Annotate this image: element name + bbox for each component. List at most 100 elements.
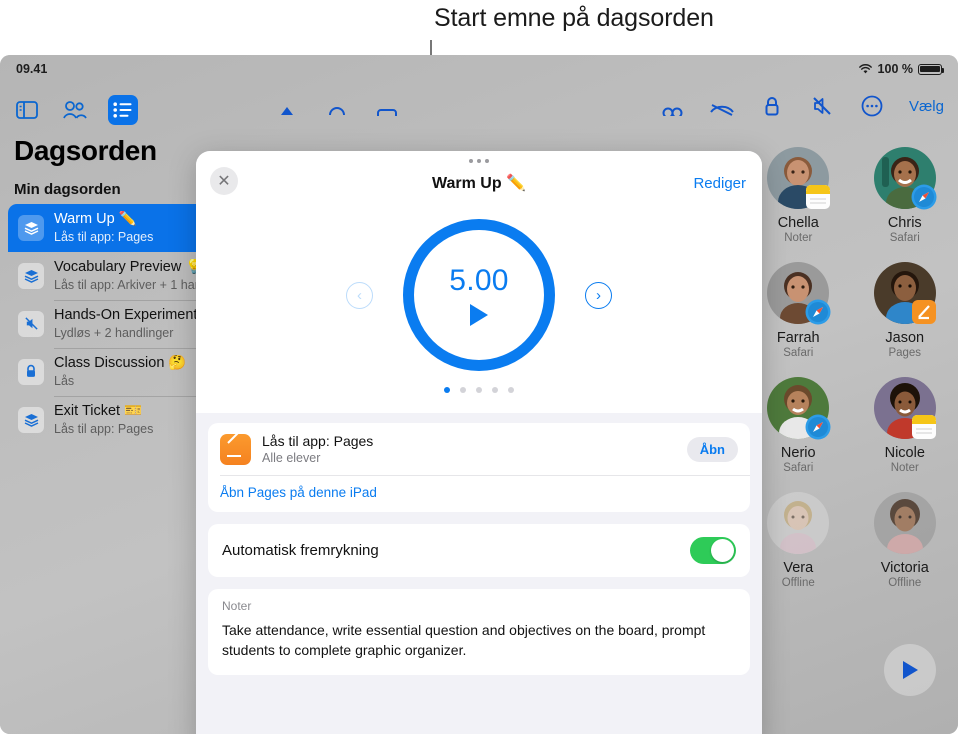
previous-topic-button[interactable]: ‹ [346, 281, 373, 309]
avatar-wrap [767, 377, 831, 440]
avatar-wrap [873, 492, 936, 554]
student-status: Pages [888, 347, 922, 359]
edit-button[interactable]: Rediger [693, 175, 746, 192]
timer-value: 5.00 [449, 264, 509, 297]
battery-percent-label: 100 % [877, 62, 913, 76]
agenda-item-subtitle: Lås til app: Pages [54, 421, 154, 436]
play-icon[interactable] [470, 304, 488, 326]
agenda-item-subtitle: Lydløs + 2 handlinger [54, 325, 174, 340]
student-grid: Chella Noter Chris Safari Farrah Safari … [745, 133, 958, 713]
ipad-device-frame: 09.41 100 % Vælg Dagsorden Min dagsorden… [0, 55, 958, 734]
student-tile[interactable]: Chris Safari [852, 133, 958, 244]
agenda-item-title: Class Discussion 🤔 [54, 355, 187, 372]
page-dots[interactable] [196, 381, 762, 407]
page-dot[interactable] [476, 387, 482, 393]
main-toolbar-right: Vælg [659, 93, 944, 119]
notes-card[interactable]: Noter Take attendance, write essential q… [208, 589, 750, 675]
people-icon[interactable] [60, 95, 90, 125]
avatar [873, 492, 936, 554]
select-button[interactable]: Vælg [909, 98, 944, 115]
screenshot-root: Start emne på dagsorden 09.41 100 % Vælg… [0, 0, 958, 734]
auto-advance-toggle[interactable] [690, 537, 736, 564]
status-bar: 09.41 100 % [0, 55, 958, 83]
pages-icon [911, 298, 938, 325]
open-on-ipad-row[interactable]: Åbn Pages på denne iPad [208, 476, 750, 512]
sidebar-toolbar [0, 83, 256, 129]
airplay-icon[interactable] [274, 93, 300, 119]
more-icon[interactable] [859, 93, 885, 119]
student-status: Safari [889, 232, 920, 244]
lock-icon[interactable] [759, 93, 785, 119]
page-dot[interactable] [460, 387, 466, 393]
avatar-wrap [873, 377, 937, 439]
modal-body: Lås til app: Pages Alle elever Åbn Åbn P… [196, 413, 762, 675]
open-app-button[interactable]: Åbn [686, 436, 738, 462]
auto-advance-row: Automatisk fremrykning [208, 524, 750, 577]
student-status: Safari [783, 462, 814, 474]
main-toolbar: Vælg [256, 83, 958, 129]
student-status: Noter [784, 232, 813, 244]
next-topic-button[interactable]: › [585, 281, 612, 309]
agenda-item-title: Hands-On Experiment 🧪 [54, 307, 220, 324]
layers-icon [18, 214, 44, 241]
avatar-wrap [767, 147, 831, 210]
avatar-wrap [767, 492, 830, 554]
timer-ring[interactable]: 5.00 [403, 219, 555, 371]
modal-header: ✕ Warm Up ✏️ Rediger [196, 163, 762, 203]
agenda-item-subtitle: Lås [54, 373, 75, 388]
screen-icon[interactable] [374, 93, 400, 119]
agenda-item-subtitle: Lås til app: Pages [54, 229, 154, 244]
avatar-wrap [873, 262, 938, 325]
start-session-button[interactable] [884, 644, 936, 696]
topic-detail-modal: ✕ Warm Up ✏️ Rediger ‹ 5.00 › Lås til ap… [196, 151, 762, 734]
lock-icon [18, 358, 44, 385]
app-lock-card: Lås til app: Pages Alle elever Åbn Åbn P… [208, 423, 750, 512]
page-dot[interactable] [508, 387, 514, 393]
student-status: Safari [783, 347, 814, 359]
auto-advance-card: Automatisk fremrykning [208, 524, 750, 577]
agenda-item-text: Class Discussion 🤔 Lås [54, 355, 186, 388]
modal-grabber[interactable] [196, 151, 762, 163]
hide-icon[interactable] [709, 93, 735, 119]
timer-row: ‹ 5.00 › [196, 203, 762, 381]
student-status: Offline [888, 577, 922, 589]
page-dot[interactable] [444, 387, 450, 393]
page-dot[interactable] [492, 387, 498, 393]
app-lock-title: Lås til app: Pages [262, 433, 374, 449]
agenda-list-icon[interactable] [108, 95, 138, 125]
student-name: Nicole [884, 445, 925, 461]
agenda-item-title: Exit Ticket 🎫 [54, 403, 143, 420]
student-name: Vera [783, 560, 814, 576]
student-name: Chris [887, 215, 922, 231]
safari-icon [804, 413, 831, 440]
sidebar-toggle-icon[interactable] [12, 95, 42, 125]
student-tile[interactable]: Jason Pages [852, 248, 958, 359]
modal-top-section: ✕ Warm Up ✏️ Rediger ‹ 5.00 › [196, 151, 762, 413]
safari-icon [804, 298, 831, 325]
student-name: Jason [885, 330, 925, 346]
avatar-wrap [767, 262, 831, 325]
play-icon [903, 661, 918, 679]
student-tile[interactable]: Victoria Offline [852, 478, 958, 589]
mute-icon[interactable] [809, 93, 835, 119]
student-name: Chella [777, 215, 819, 231]
notes-icon [804, 183, 831, 210]
auto-advance-label: Automatisk fremrykning [222, 542, 379, 559]
student-name: Farrah [776, 330, 820, 346]
agenda-item-text: Exit Ticket 🎫 Lås til app: Pages [54, 403, 153, 436]
app-lock-row: Lås til app: Pages Alle elever Åbn [208, 423, 750, 475]
close-icon[interactable]: ✕ [210, 167, 238, 195]
callout-label: Start emne på dagsorden [434, 4, 714, 32]
safari-icon [911, 183, 938, 210]
groups-icon[interactable] [659, 93, 685, 119]
navigate-icon[interactable] [324, 93, 350, 119]
battery-icon [918, 63, 945, 75]
main-toolbar-left [274, 93, 400, 119]
mute-icon [18, 310, 44, 337]
agenda-item-title: Warm Up ✏️ [54, 211, 137, 227]
student-status: Noter [890, 462, 919, 474]
layers-icon [18, 406, 44, 433]
student-tile[interactable]: Nicole Noter [852, 363, 958, 474]
notes-text: Take attendance, write essential questio… [222, 622, 706, 658]
open-pages-link[interactable]: Åbn Pages på denne iPad [220, 485, 377, 500]
